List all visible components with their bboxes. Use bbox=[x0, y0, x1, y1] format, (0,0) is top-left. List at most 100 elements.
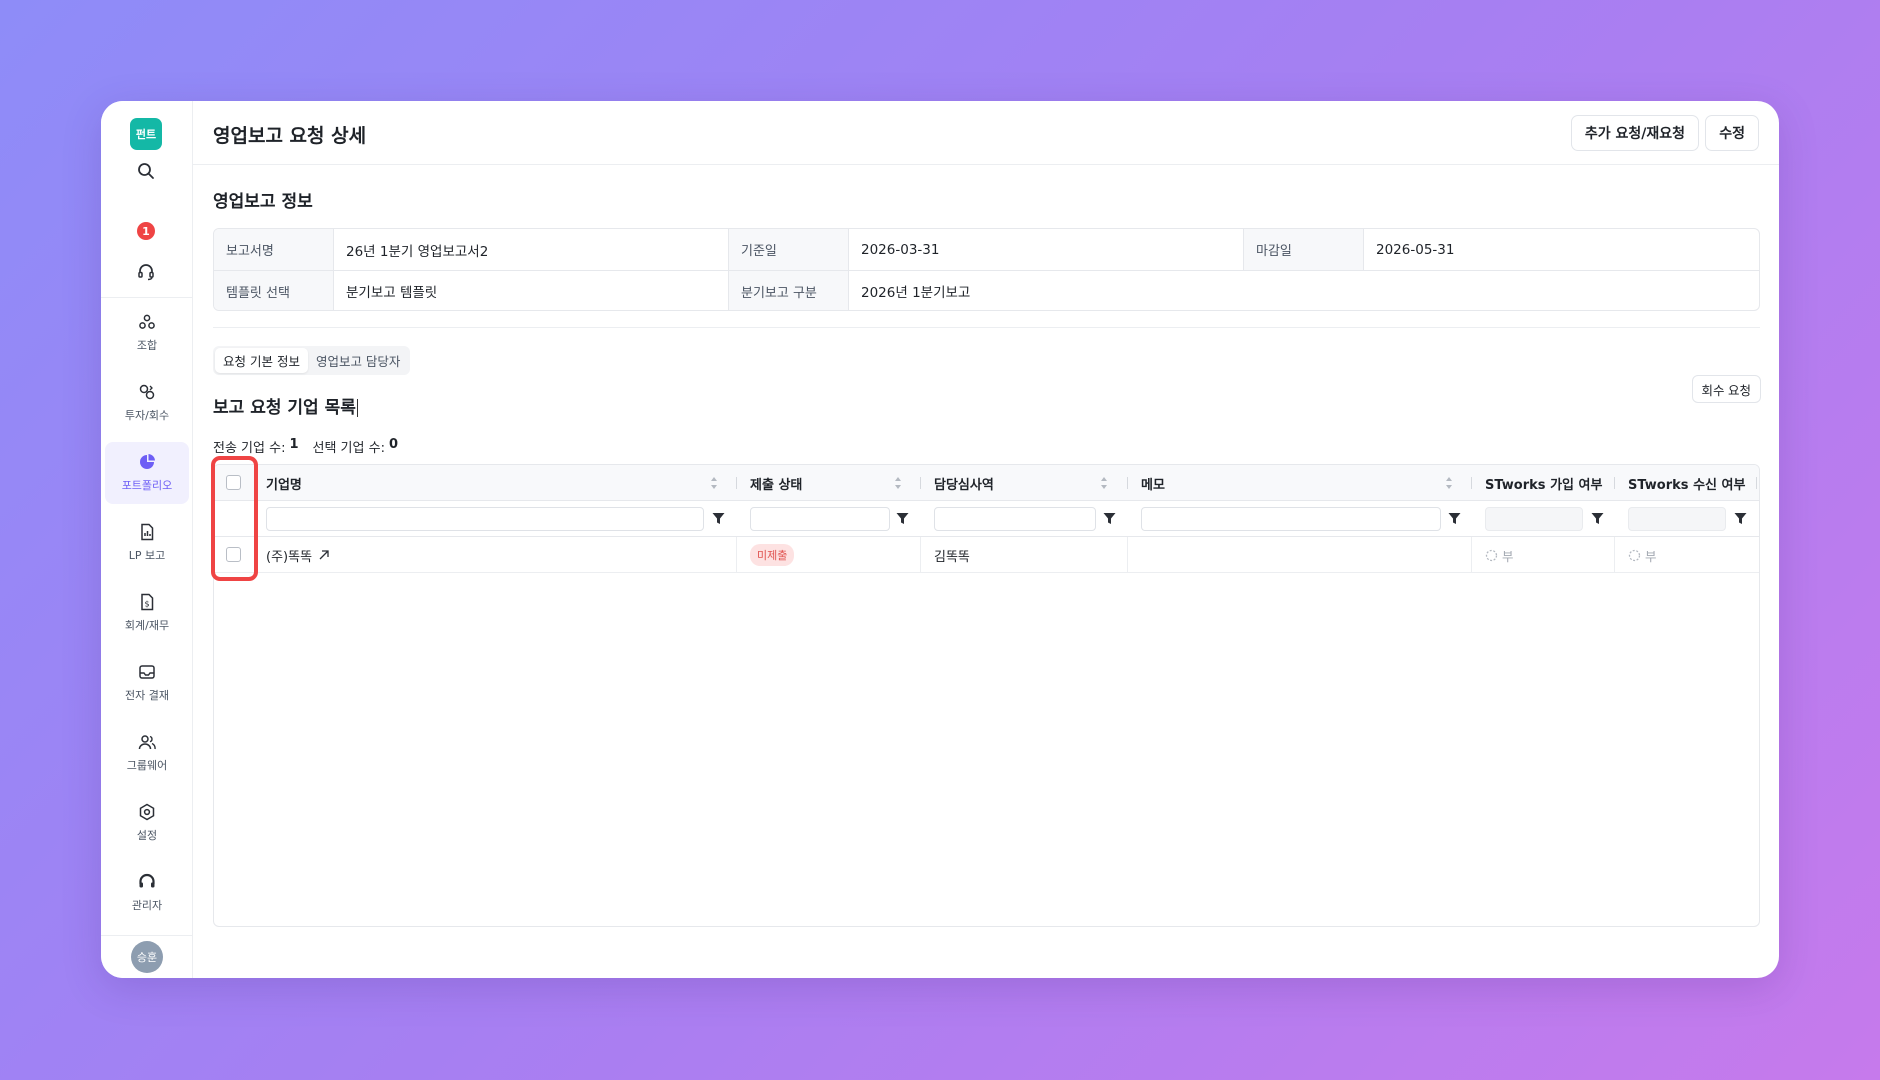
stworks-joined-filter-input[interactable] bbox=[1485, 507, 1583, 531]
groupware-icon bbox=[138, 735, 156, 750]
column-header-stworks-received[interactable]: STworks 수신 여부 bbox=[1620, 465, 1745, 501]
edit-button[interactable]: 수정 bbox=[1705, 115, 1759, 151]
sidebar-item-label: 조합 bbox=[136, 339, 158, 352]
report-info-table: 보고서명 26년 1분기 영업보고서2 기준일 2026-03-31 마감일 2… bbox=[213, 228, 1760, 311]
column-separator bbox=[920, 477, 921, 489]
column-separator bbox=[1471, 477, 1472, 489]
sidebar-item-settings[interactable]: 설정 bbox=[105, 792, 189, 854]
filter-icon[interactable] bbox=[1734, 512, 1747, 525]
cell-divider bbox=[1471, 537, 1472, 573]
notification-badge[interactable]: 1 bbox=[137, 222, 155, 240]
list-title: 보고 요청 기업 목록 bbox=[213, 393, 358, 418]
filter-icon[interactable] bbox=[896, 512, 909, 525]
status-cell: 미제출 bbox=[742, 537, 795, 573]
column-header-status[interactable]: 제출 상태 bbox=[742, 465, 802, 501]
sidebar-item-label: LP 보고 bbox=[128, 549, 166, 562]
info-row: 템플릿 선택 분기보고 템플릿 분기보고 구분 2026년 1분기보고 bbox=[214, 270, 1759, 310]
memo-cell[interactable] bbox=[1133, 537, 1141, 573]
sent-count: 1 bbox=[289, 437, 299, 452]
column-header-reviewer[interactable]: 담당심사역 bbox=[926, 465, 994, 501]
sidebar-item-accounting[interactable]: $ 회계/재무 bbox=[105, 582, 189, 644]
loading-icon bbox=[1628, 549, 1641, 561]
sidebar: 펀트 1 조합 투자/회수 포트폴리오 LP 보고 $ 회계/재무 전자 결재 … bbox=[101, 101, 193, 978]
tab-report-managers[interactable]: 영업보고 담당자 bbox=[308, 348, 408, 373]
admin-icon bbox=[139, 873, 155, 888]
stworks-joined-value: 부 bbox=[1502, 548, 1514, 564]
sidebar-item-investment[interactable]: 투자/회수 bbox=[105, 372, 189, 434]
search-icon[interactable] bbox=[135, 160, 157, 182]
sidebar-item-portfolio[interactable]: 포트폴리오 bbox=[105, 442, 189, 504]
column-header-stworks-joined[interactable]: STworks 가입 여부 bbox=[1477, 465, 1602, 501]
quarter-label: 분기보고 구분 bbox=[729, 271, 849, 310]
filter-icon[interactable] bbox=[1591, 512, 1604, 525]
filter-row bbox=[214, 501, 1759, 537]
sidebar-item-approval[interactable]: 전자 결재 bbox=[105, 652, 189, 714]
sort-icon[interactable] bbox=[894, 476, 902, 490]
headset-icon[interactable] bbox=[135, 261, 157, 283]
deadline-value: 2026-05-31 bbox=[1376, 241, 1455, 258]
main-content: 영업보고 정보 보고서명 26년 1분기 영업보고서2 기준일 2026-03-… bbox=[193, 165, 1779, 978]
filter-icon[interactable] bbox=[712, 512, 725, 525]
memo-filter-input[interactable] bbox=[1141, 507, 1441, 531]
collect-request-button[interactable]: 회수 요청 bbox=[1691, 375, 1761, 403]
sidebar-item-label: 그룹웨어 bbox=[126, 759, 168, 772]
stworks-joined-cell: 부 bbox=[1477, 537, 1514, 573]
table-row[interactable]: (주)똑똑 미제출 김똑똑 부 부 bbox=[214, 537, 1759, 573]
tab-request-info[interactable]: 요청 기본 정보 bbox=[215, 348, 308, 373]
accounting-icon: $ bbox=[141, 593, 154, 611]
cell-divider bbox=[920, 537, 921, 573]
reviewer-filter-input[interactable] bbox=[934, 507, 1096, 531]
column-header-memo[interactable]: 메모 bbox=[1133, 465, 1165, 501]
base-date-label: 기준일 bbox=[729, 229, 849, 270]
page-header: 영업보고 요청 상세 추가 요청/재요청 수정 bbox=[193, 101, 1779, 165]
text-cursor bbox=[356, 399, 358, 417]
fund-icon bbox=[139, 314, 155, 329]
loading-icon bbox=[1485, 549, 1498, 561]
cell-divider bbox=[736, 537, 737, 573]
external-link-icon[interactable] bbox=[318, 549, 330, 561]
column-separator bbox=[1614, 477, 1615, 489]
svg-text:$: $ bbox=[144, 600, 149, 609]
column-separator bbox=[1756, 477, 1757, 489]
base-date-value: 2026-03-31 bbox=[849, 229, 1244, 270]
stworks-received-filter-input[interactable] bbox=[1628, 507, 1726, 531]
report-icon bbox=[141, 523, 154, 541]
column-separator bbox=[1127, 477, 1128, 489]
report-name-label: 보고서명 bbox=[214, 229, 334, 270]
table-header: 기업명 제출 상태 담당심사역 메모 STworks 가입 여부 STworks… bbox=[214, 465, 1759, 501]
status-filter-input[interactable] bbox=[750, 507, 890, 531]
sidebar-item-label: 관리자 bbox=[131, 899, 163, 912]
sidebar-item-label: 포트폴리오 bbox=[121, 479, 173, 492]
sidebar-item-groupware[interactable]: 그룹웨어 bbox=[105, 722, 189, 784]
company-filter-input[interactable] bbox=[266, 507, 704, 531]
filter-icon[interactable] bbox=[1448, 512, 1461, 525]
company-cell[interactable]: (주)똑똑 bbox=[258, 537, 330, 573]
sidebar-item-label: 투자/회수 bbox=[124, 409, 170, 422]
sidebar-divider bbox=[101, 297, 193, 298]
list-title-text: 보고 요청 기업 목록 bbox=[213, 398, 356, 418]
template-label: 템플릿 선택 bbox=[214, 271, 334, 310]
filter-icon[interactable] bbox=[1103, 512, 1116, 525]
column-header-company[interactable]: 기업명 bbox=[258, 465, 302, 501]
section-title-info: 영업보고 정보 bbox=[213, 192, 313, 212]
sort-icon[interactable] bbox=[1445, 476, 1453, 490]
company-table: 기업명 제출 상태 담당심사역 메모 STworks 가입 여부 STworks… bbox=[213, 464, 1760, 927]
sidebar-item-fund[interactable]: 조합 bbox=[105, 302, 189, 364]
list-counts: 전송 기업 수: 1 선택 기업 수: 0 bbox=[213, 437, 398, 456]
sidebar-item-lp-report[interactable]: LP 보고 bbox=[105, 512, 189, 574]
app-logo[interactable]: 펀트 bbox=[130, 118, 162, 150]
sort-icon[interactable] bbox=[710, 476, 718, 490]
column-separator bbox=[736, 477, 737, 489]
cell-divider bbox=[1127, 537, 1128, 573]
cell-divider bbox=[1614, 537, 1615, 573]
deadline-label: 마감일 bbox=[1244, 229, 1364, 270]
company-name[interactable]: (주)똑똑 bbox=[266, 546, 312, 565]
page-title: 영업보고 요청 상세 bbox=[213, 125, 367, 147]
settings-icon bbox=[139, 803, 155, 821]
sent-count-label: 전송 기업 수: bbox=[213, 441, 286, 456]
avatar[interactable]: 승훈 bbox=[131, 941, 163, 973]
sidebar-item-admin[interactable]: 관리자 bbox=[105, 862, 189, 924]
selected-count-label: 선택 기업 수: bbox=[312, 441, 385, 456]
sort-icon[interactable] bbox=[1100, 476, 1108, 490]
additional-request-button[interactable]: 추가 요청/재요청 bbox=[1570, 115, 1699, 151]
